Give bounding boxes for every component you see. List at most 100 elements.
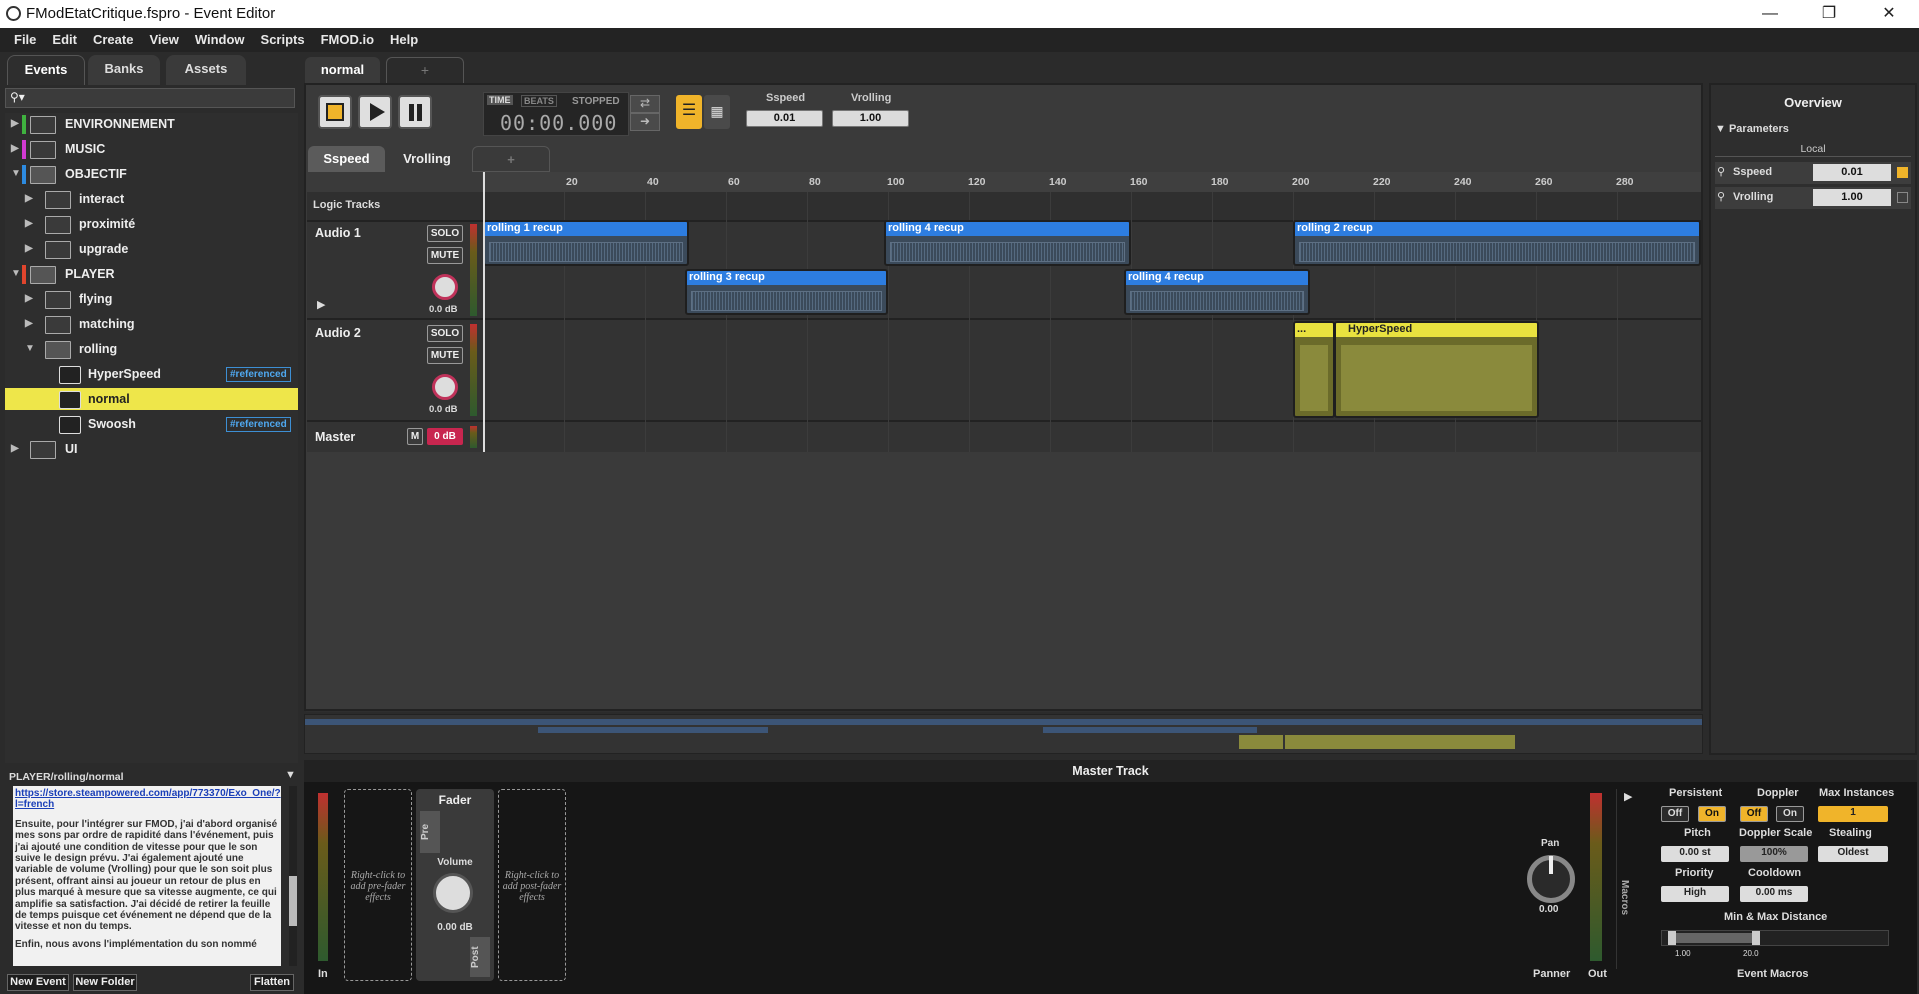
menu-fmodio[interactable]: FMOD.io <box>313 28 382 51</box>
notes-scrollbar[interactable] <box>289 786 297 966</box>
tree-item-objectif[interactable]: ▼ OBJECTIF <box>5 163 298 185</box>
chevron-down-icon[interactable]: ▼ <box>285 769 296 781</box>
pan-knob[interactable] <box>1527 855 1575 903</box>
flatten-button[interactable]: Flatten <box>250 974 294 991</box>
param-value-sspeed[interactable]: 0.01 <box>746 110 823 127</box>
tab-assets[interactable]: Assets <box>166 55 246 85</box>
param-value[interactable]: 1.00 <box>1813 189 1891 206</box>
maximize-button[interactable]: ❐ <box>1806 2 1852 26</box>
new-folder-button[interactable]: New Folder <box>73 974 137 991</box>
parameters-section[interactable]: ▼ Parameters <box>1715 123 1789 135</box>
menu-view[interactable]: View <box>141 28 186 51</box>
search-input[interactable]: ⚲▾ <box>5 88 295 108</box>
doppler-scale-field[interactable]: 100% <box>1740 846 1808 862</box>
tree-item-interact[interactable]: ▶ interact <box>5 188 298 210</box>
minimize-button[interactable]: — <box>1747 2 1793 26</box>
tab-add-parameter[interactable]: + <box>472 146 550 172</box>
master-mute-button[interactable]: M <box>407 428 423 445</box>
track-view-icon[interactable]: ☰ <box>676 95 702 129</box>
menu-help[interactable]: Help <box>382 28 426 51</box>
tree-item-music[interactable]: ▶ MUSIC <box>5 138 298 160</box>
persistent-off-toggle[interactable]: Off <box>1661 806 1689 822</box>
tree-item-normal[interactable]: normal <box>5 388 298 410</box>
menu-create[interactable]: Create <box>85 28 141 51</box>
pause-button[interactable] <box>398 95 432 129</box>
play-button[interactable] <box>358 95 392 129</box>
tab-param-vrolling[interactable]: Vrolling <box>388 146 466 172</box>
cooldown-field[interactable]: 0.00 ms <box>1740 886 1808 902</box>
menu-window[interactable]: Window <box>187 28 253 51</box>
audio-region[interactable]: rolling 4 recup <box>884 220 1131 266</box>
grid-line <box>726 192 727 452</box>
event-instrument-region[interactable]: HyperSpeed <box>1334 321 1539 418</box>
close-button[interactable]: ✕ <box>1866 2 1912 26</box>
pre-fader-effects-slot[interactable]: Right-click to add pre-fader effects <box>344 789 412 981</box>
max-distance-handle[interactable] <box>1752 931 1760 945</box>
mute-button[interactable]: MUTE <box>427 347 463 364</box>
tab-param-sspeed[interactable]: Sspeed <box>308 146 385 172</box>
track-master[interactable]: Master M 0 dB <box>307 420 1701 452</box>
tab-banks[interactable]: Banks <box>88 55 160 85</box>
tree-item-environnement[interactable]: ▶ ENVIRONNEMENT <box>5 113 298 135</box>
loop-icon[interactable]: ⇄ <box>630 95 660 113</box>
min-distance-handle[interactable] <box>1668 931 1676 945</box>
expand-track-icon[interactable]: ▶ <box>317 298 325 311</box>
param-value-vrolling[interactable]: 1.00 <box>832 110 909 127</box>
event-instrument-region[interactable]: ... <box>1293 321 1335 418</box>
notes-link[interactable]: https://store.steampowered.com/app/77337… <box>15 788 281 810</box>
event-tree: ▶ ENVIRONNEMENT ▶ MUSIC ▼ OBJECTIF ▶ interac… <box>5 113 298 763</box>
tree-item-player[interactable]: ▼ PLAYER <box>5 263 298 285</box>
overview-param-vrolling[interactable]: ⚲ Vrolling 1.00 <box>1715 187 1911 209</box>
playhead[interactable] <box>483 172 485 452</box>
deck-view-icon[interactable]: ▦ <box>704 95 730 129</box>
audio-region[interactable]: rolling 2 recup <box>1293 220 1701 266</box>
time-mode-button[interactable]: TIME <box>487 95 513 105</box>
volume-knob[interactable] <box>432 374 458 400</box>
tree-item-rolling[interactable]: ▼ rolling <box>5 338 298 360</box>
output-meter <box>1590 793 1602 961</box>
tree-item-matching[interactable]: ▶ matching <box>5 313 298 335</box>
tree-item-proximite[interactable]: ▶ proximité <box>5 213 298 235</box>
macros-expand-icon[interactable]: ▶ <box>1624 790 1632 803</box>
stop-button[interactable] <box>318 95 352 129</box>
tree-item-ui[interactable]: ▶ UI <box>5 438 298 460</box>
overview-param-sspeed[interactable]: ⚲ Sspeed 0.01 <box>1715 162 1911 184</box>
tab-event-normal[interactable]: normal <box>305 57 380 83</box>
timeline-overview[interactable] <box>304 714 1703 754</box>
doppler-on-toggle[interactable]: On <box>1776 806 1804 822</box>
menu-file[interactable]: File <box>6 28 44 51</box>
tab-new-event[interactable]: + <box>386 57 464 83</box>
tree-item-swoosh[interactable]: Swoosh #referenced <box>5 413 298 435</box>
audio-region[interactable]: rolling 3 recup <box>685 269 888 315</box>
audio-region[interactable]: rolling 1 recup <box>483 220 689 266</box>
follow-playback-icon[interactable]: ➜ <box>630 113 660 131</box>
tab-events[interactable]: Events <box>7 55 85 85</box>
solo-button[interactable]: SOLO <box>427 225 463 242</box>
region-title: HyperSpeed <box>1336 323 1537 337</box>
master-volume[interactable]: 0 dB <box>427 428 463 445</box>
new-event-button[interactable]: New Event <box>7 974 69 991</box>
audio-region[interactable]: rolling 4 recup <box>1124 269 1310 315</box>
volume-knob[interactable] <box>432 274 458 300</box>
tree-item-upgrade[interactable]: ▶ upgrade <box>5 238 298 260</box>
post-fader-effects-slot[interactable]: Right-click to add post-fader effects <box>498 789 566 981</box>
stealing-dropdown[interactable]: Oldest <box>1818 846 1888 862</box>
pitch-field[interactable]: 0.00 st <box>1661 846 1729 862</box>
min-max-distance-slider[interactable] <box>1661 930 1889 946</box>
mute-button[interactable]: MUTE <box>427 247 463 264</box>
max-instances-field[interactable]: 1 <box>1818 806 1888 822</box>
master-volume-knob[interactable] <box>433 873 473 913</box>
notes-text-area[interactable]: https://store.steampowered.com/app/77337… <box>13 786 281 966</box>
tree-item-flying[interactable]: ▶ flying <box>5 288 298 310</box>
menu-edit[interactable]: Edit <box>44 28 85 51</box>
priority-field[interactable]: High <box>1661 886 1729 902</box>
doppler-off-toggle[interactable]: Off <box>1740 806 1768 822</box>
param-value[interactable]: 0.01 <box>1813 164 1891 181</box>
beats-mode-button[interactable]: BEATS <box>521 95 557 107</box>
menu-scripts[interactable]: Scripts <box>253 28 313 51</box>
timeline-ruler[interactable]: 20 40 60 80 100 120 140 160 180 200 220 … <box>482 172 1701 192</box>
solo-button[interactable]: SOLO <box>427 325 463 342</box>
tree-item-hyperspeed[interactable]: HyperSpeed #referenced <box>5 363 298 385</box>
region-title: rolling 2 recup <box>1295 222 1699 236</box>
persistent-on-toggle[interactable]: On <box>1698 806 1726 822</box>
